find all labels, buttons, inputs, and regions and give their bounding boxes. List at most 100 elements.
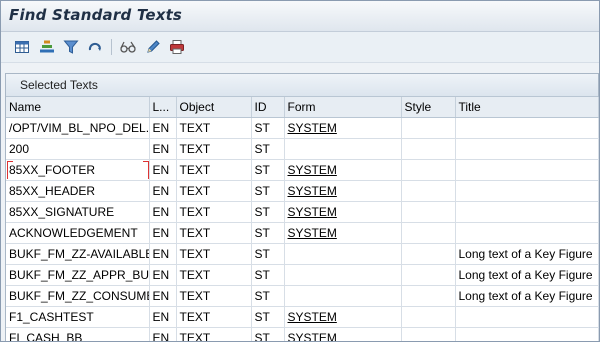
cell-id[interactable]: ST [251, 222, 285, 244]
cell-title[interactable] [455, 222, 599, 244]
cell-name[interactable]: ACKNOWLEDGEMENT [6, 222, 150, 244]
cell-title[interactable] [455, 159, 599, 181]
cell-id[interactable]: ST [251, 285, 285, 307]
column-header-style[interactable]: Style [401, 97, 456, 118]
cell-form[interactable]: SYSTEM [284, 201, 402, 223]
column-header-name[interactable]: Name [6, 97, 150, 118]
cell-name[interactable]: BUKF_FM_ZZ_APPR_BUD [6, 264, 150, 286]
cell-name[interactable]: BUKF_FM_ZZ-AVAILABLE [6, 243, 150, 265]
cell-object[interactable]: TEXT [176, 243, 252, 265]
filter-button[interactable] [62, 38, 80, 56]
cell-language[interactable]: EN [149, 180, 177, 202]
cell-language[interactable]: EN [149, 243, 177, 265]
table-row[interactable]: BUKF_FM_ZZ_APPR_BUD EN TEXT ST Long text… [6, 264, 599, 286]
cell-style[interactable] [401, 201, 456, 223]
cell-title[interactable] [455, 138, 599, 160]
cell-style[interactable] [401, 327, 456, 341]
cell-object[interactable]: TEXT [176, 159, 252, 181]
cell-form[interactable]: SYSTEM [284, 159, 402, 181]
cell-object[interactable]: TEXT [176, 138, 252, 160]
cell-id[interactable]: ST [251, 159, 285, 181]
cell-language[interactable]: EN [149, 117, 177, 139]
table-row[interactable]: 85XX_HEADER EN TEXT ST SYSTEM [6, 180, 599, 202]
cell-style[interactable] [401, 285, 456, 307]
cell-form[interactable] [284, 138, 402, 160]
cell-language[interactable]: EN [149, 327, 177, 341]
cell-name[interactable]: BUKF_FM_ZZ_CONSUME [6, 285, 150, 307]
cell-object[interactable]: TEXT [176, 222, 252, 244]
cell-style[interactable] [401, 264, 456, 286]
cell-object[interactable]: TEXT [176, 117, 252, 139]
table-row[interactable]: BUKF_FM_ZZ-AVAILABLE EN TEXT ST Long tex… [6, 243, 599, 265]
edit-button[interactable] [144, 38, 162, 56]
display-button[interactable] [119, 38, 137, 56]
cell-id[interactable]: ST [251, 117, 285, 139]
column-header-title[interactable]: Title [455, 97, 599, 118]
cell-title[interactable]: Long text of a Key Figure [455, 264, 599, 286]
cell-style[interactable] [401, 306, 456, 328]
table-row[interactable]: /OPT/VIM_BL_NPO_DEL... EN TEXT ST SYSTEM [6, 117, 599, 139]
cell-form[interactable] [284, 243, 402, 265]
table-settings-button[interactable] [13, 38, 31, 56]
column-header-id[interactable]: ID [251, 97, 285, 118]
cell-id[interactable]: ST [251, 180, 285, 202]
refresh-button[interactable] [86, 38, 104, 56]
cell-style[interactable] [401, 180, 456, 202]
column-header-language[interactable]: L... [149, 97, 177, 118]
cell-form[interactable] [284, 285, 402, 307]
cell-style[interactable] [401, 222, 456, 244]
print-button[interactable] [168, 38, 186, 56]
cell-object[interactable]: TEXT [176, 285, 252, 307]
cell-object[interactable]: TEXT [176, 201, 252, 223]
cell-language[interactable]: EN [149, 159, 177, 181]
cell-title[interactable] [455, 306, 599, 328]
cell-style[interactable] [401, 138, 456, 160]
table-row[interactable]: ACKNOWLEDGEMENT EN TEXT ST SYSTEM [6, 222, 599, 244]
table-row[interactable]: FI_CASH_BB EN TEXT ST SYSTEM [6, 327, 599, 341]
cell-object[interactable]: TEXT [176, 180, 252, 202]
cell-language[interactable]: EN [149, 285, 177, 307]
cell-title[interactable] [455, 201, 599, 223]
cell-title[interactable]: Long text of a Key Figure [455, 285, 599, 307]
column-header-object[interactable]: Object [176, 97, 252, 118]
cell-title[interactable] [455, 117, 599, 139]
cell-id[interactable]: ST [251, 243, 285, 265]
cell-name[interactable]: /OPT/VIM_BL_NPO_DEL... [6, 117, 150, 139]
cell-form[interactable]: SYSTEM [284, 327, 402, 341]
cell-name[interactable]: FI_CASH_BB [6, 327, 150, 341]
table-row[interactable]: 85XX_SIGNATURE EN TEXT ST SYSTEM [6, 201, 599, 223]
cell-style[interactable] [401, 117, 456, 139]
cell-title[interactable] [455, 327, 599, 341]
cell-form[interactable] [284, 264, 402, 286]
cell-style[interactable] [401, 159, 456, 181]
cell-id[interactable]: ST [251, 138, 285, 160]
cell-form[interactable]: SYSTEM [284, 306, 402, 328]
cell-language[interactable]: EN [149, 222, 177, 244]
table-row[interactable]: BUKF_FM_ZZ_CONSUME EN TEXT ST Long text … [6, 285, 599, 307]
table-row-selected[interactable]: 85XX_FOOTER EN TEXT ST SYSTEM [6, 159, 599, 181]
cell-name[interactable]: 85XX_HEADER [6, 180, 150, 202]
cell-object[interactable]: TEXT [176, 306, 252, 328]
cell-object[interactable]: TEXT [176, 327, 252, 341]
table-row[interactable]: 200 EN TEXT ST [6, 138, 599, 160]
column-header-form[interactable]: Form [284, 97, 402, 118]
cell-name[interactable]: 85XX_SIGNATURE [6, 201, 150, 223]
cell-name[interactable]: 85XX_FOOTER [6, 159, 150, 181]
cell-id[interactable]: ST [251, 306, 285, 328]
cell-form[interactable]: SYSTEM [284, 117, 402, 139]
cell-form[interactable]: SYSTEM [284, 222, 402, 244]
sort-button[interactable] [38, 38, 56, 56]
cell-style[interactable] [401, 243, 456, 265]
cell-title[interactable]: Long text of a Key Figure [455, 243, 599, 265]
cell-title[interactable] [455, 180, 599, 202]
cell-language[interactable]: EN [149, 306, 177, 328]
cell-id[interactable]: ST [251, 264, 285, 286]
cell-object[interactable]: TEXT [176, 264, 252, 286]
cell-id[interactable]: ST [251, 327, 285, 341]
cell-name[interactable]: 200 [6, 138, 150, 160]
cell-language[interactable]: EN [149, 138, 177, 160]
table-row[interactable]: F1_CASHTEST EN TEXT ST SYSTEM [6, 306, 599, 328]
cell-id[interactable]: ST [251, 201, 285, 223]
cell-language[interactable]: EN [149, 264, 177, 286]
cell-form[interactable]: SYSTEM [284, 180, 402, 202]
